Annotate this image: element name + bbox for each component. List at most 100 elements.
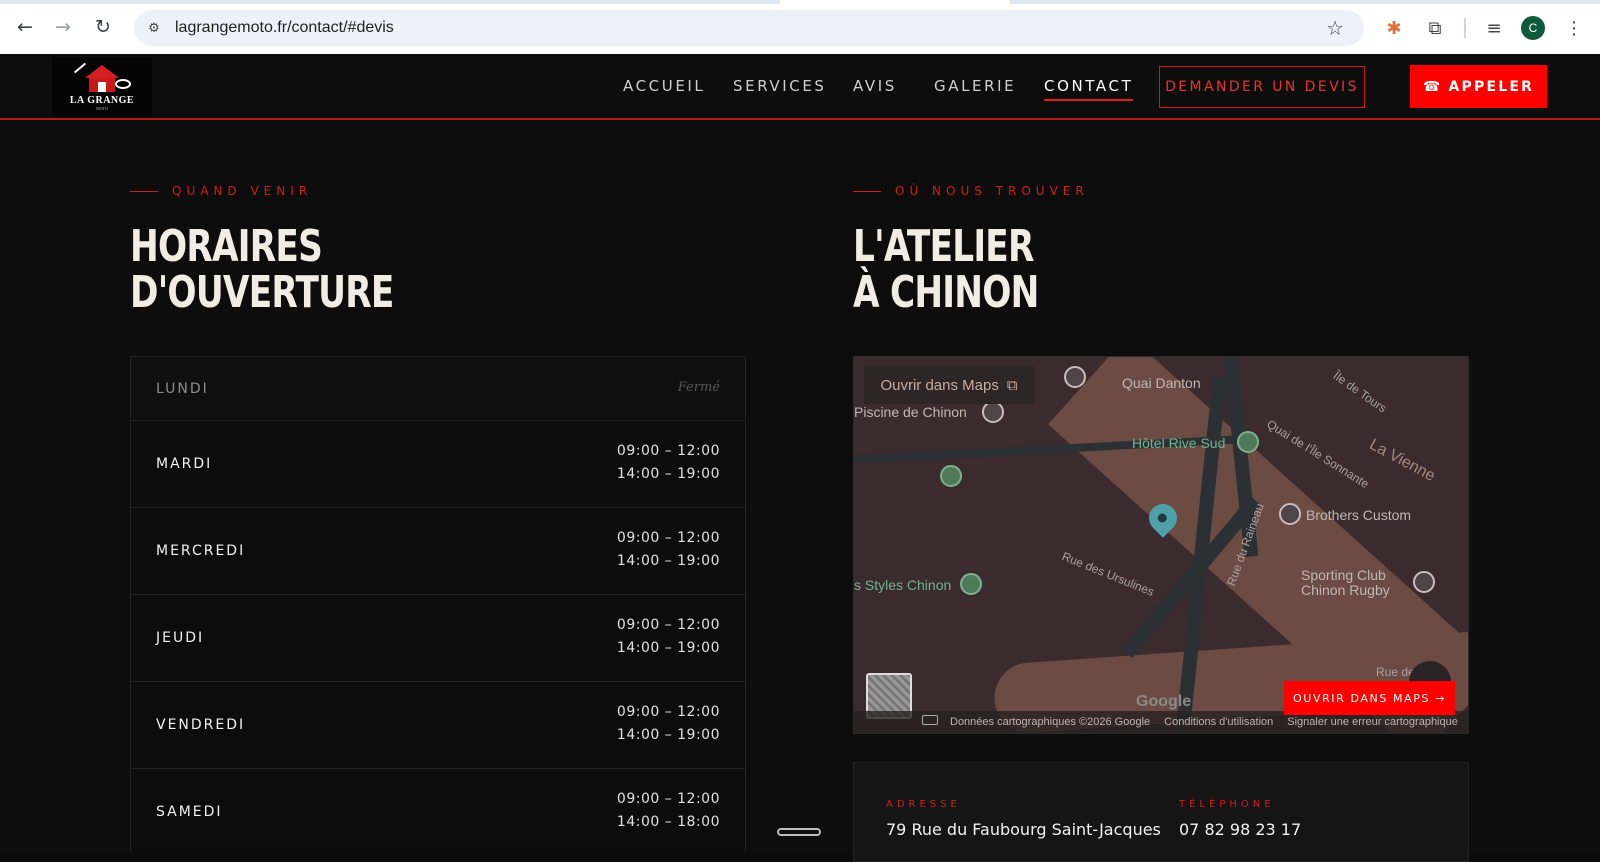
hours-closed-label: Fermé (677, 380, 720, 395)
hours-title-line2: D'OUVERTURE (130, 267, 394, 318)
map-label: Île de Tours (1330, 368, 1390, 416)
hours-am: 09:00 – 12:00 (616, 443, 720, 459)
scroll-handle[interactable] (777, 828, 821, 836)
hours-day: MERCREDI (156, 543, 246, 559)
hours-title: HORAIRES D'OUVERTURE (130, 224, 394, 316)
hours-pm: 14:00 – 19:00 (616, 727, 720, 743)
hours-title-line1: HORAIRES (130, 221, 323, 272)
hours-table: LUNDI Fermé MARDI 09:00 – 12:00 14:00 – … (130, 356, 746, 852)
hours-row: MARDI 09:00 – 12:00 14:00 – 19:00 (131, 421, 745, 508)
location-eyebrow: OÙ NOUS TROUVER (853, 184, 1089, 198)
active-tab-indicator (780, 0, 1010, 4)
location-title: L'ATELIER À CHINON (853, 224, 1039, 316)
hours-row: JEUDI 09:00 – 12:00 14:00 – 19:00 (131, 595, 745, 682)
hours-pm: 14:00 – 18:00 (616, 814, 720, 830)
map-poi-icon[interactable] (960, 573, 982, 595)
hours-day: VENDREDI (156, 717, 246, 733)
hours-times: 09:00 – 12:00 14:00 – 19:00 (617, 701, 720, 747)
hours-row: MERCREDI 09:00 – 12:00 14:00 – 19:00 (131, 508, 745, 595)
page: LA GRANGE MOTO ACCUEIL SERVICES AVIS GAL… (0, 54, 1600, 862)
open-maps-button[interactable]: OUVRIR DANS MAPS → (1284, 681, 1455, 715)
keyboard-shortcuts-icon[interactable] (922, 715, 938, 725)
media-control-icon[interactable]: ≡ (1480, 14, 1508, 42)
hours-day: JEUDI (156, 630, 205, 646)
site-info-icon[interactable]: ⚙ (144, 18, 164, 38)
map-poi-icon[interactable] (1413, 571, 1435, 593)
hours-am: 09:00 – 12:00 (616, 617, 720, 633)
map-poi-icon[interactable] (1279, 503, 1301, 525)
open-in-maps-text: Ouvrir dans Maps (880, 376, 999, 394)
site-logo[interactable]: LA GRANGE MOTO (52, 57, 152, 117)
map-label: Rue des Ursulines (1059, 549, 1157, 599)
hours-times: 09:00 – 12:00 14:00 – 19:00 (617, 527, 720, 573)
map-attribution: Données cartographiques ©2026 Google (950, 716, 1151, 728)
logo-subtext: MOTO (96, 106, 108, 111)
external-link-icon: ⧉ (1006, 376, 1018, 394)
logo-text: LA GRANGE (69, 95, 135, 106)
call-button[interactable]: ☎ APPELER (1410, 65, 1547, 108)
hotel-poi-icon[interactable] (1237, 431, 1259, 453)
browser-menu-icon[interactable]: ⋮ (1560, 14, 1588, 42)
toolbar-separator (1464, 18, 1466, 38)
hours-row: SAMEDI 09:00 – 12:00 14:00 – 18:00 (131, 769, 745, 856)
music-poi-icon[interactable] (940, 465, 962, 487)
hours-day: MARDI (156, 456, 213, 472)
address-value: 79 Rue du Faubourg Saint-Jacques (886, 820, 1161, 839)
nav-accueil[interactable]: ACCUEIL (623, 77, 705, 95)
map-label: Hôtel Rive Sud (1132, 435, 1226, 451)
google-logo: Google (1136, 693, 1192, 710)
map-label: Chinon Rugby (1301, 582, 1390, 598)
profile-avatar[interactable]: C (1521, 16, 1545, 40)
address-bar[interactable]: ⚙ lagrangemoto.fr/contact/#devis ☆ (134, 10, 1364, 46)
phone-label: TÉLÉPHONE (1179, 799, 1275, 810)
nav-galerie[interactable]: GALERIE (934, 77, 1016, 95)
location-title-line1: L'ATELIER (853, 221, 1034, 272)
hours-eyebrow: QUAND VENIR (130, 184, 312, 198)
nav-contact[interactable]: CONTACT (1044, 77, 1134, 101)
map-label: Brothers Custom (1306, 507, 1412, 523)
hours-pm: 14:00 – 19:00 (616, 640, 720, 656)
location-eyebrow-text: OÙ NOUS TROUVER (895, 184, 1089, 198)
forward-icon[interactable]: → (50, 14, 76, 40)
map-label: Sporting Club (1301, 567, 1386, 583)
map-poi-icon[interactable] (1064, 366, 1086, 388)
location-title-line2: À CHINON (853, 267, 1039, 318)
map-terms-link[interactable]: Conditions d'utilisation (1164, 716, 1273, 728)
extension-icon[interactable]: ✱ (1380, 14, 1408, 42)
browser-chrome: ← → ↻ ⚙ lagrangemoto.fr/contact/#devis ☆… (0, 0, 1600, 54)
hours-am: 09:00 – 12:00 (616, 704, 720, 720)
barn-logo-icon (71, 62, 133, 93)
map-report-link[interactable]: Signaler une erreur cartographique (1287, 716, 1458, 728)
hours-eyebrow-text: QUAND VENIR (172, 184, 313, 198)
eyebrow-line (130, 190, 158, 192)
hours-day: SAMEDI (156, 804, 223, 820)
hours-row: VENDREDI 09:00 – 12:00 14:00 – 19:00 (131, 682, 745, 769)
address-label: ADRESSE (886, 799, 961, 810)
url-text[interactable]: lagrangemoto.fr/contact/#devis (175, 19, 394, 37)
phone-icon: ☎ (1422, 78, 1443, 95)
nav-avis[interactable]: AVIS (853, 77, 897, 95)
back-icon[interactable]: ← (12, 14, 38, 40)
site-header: LA GRANGE MOTO ACCUEIL SERVICES AVIS GAL… (0, 54, 1600, 120)
request-quote-button[interactable]: DEMANDER UN DEVIS (1159, 66, 1365, 108)
hours-day: LUNDI (156, 381, 209, 397)
call-label: APPELER (1448, 78, 1535, 95)
reload-icon[interactable]: ↻ (90, 14, 116, 40)
tab-strip (0, 0, 1600, 4)
nav-services[interactable]: SERVICES (733, 77, 827, 95)
map-label: La Vienne (1366, 436, 1438, 485)
eyebrow-line (853, 190, 881, 192)
bookmark-star-icon[interactable]: ☆ (1326, 16, 1344, 40)
hours-row: LUNDI Fermé (131, 357, 745, 421)
phone-value[interactable]: 07 82 98 23 17 (1179, 820, 1301, 839)
map-label: s Styles Chinon (854, 577, 952, 593)
map-poi-icon[interactable] (982, 401, 1004, 423)
open-in-maps-link[interactable]: Ouvrir dans Maps ⧉ (864, 366, 1034, 404)
hours-times: 09:00 – 12:00 14:00 – 19:00 (617, 440, 720, 486)
hours-times: 09:00 – 12:00 14:00 – 19:00 (617, 614, 720, 660)
hours-am: 09:00 – 12:00 (616, 530, 720, 546)
map-label: Quai Danton (1122, 375, 1201, 391)
map-label: Piscine de Chinon (854, 404, 967, 420)
google-map[interactable]: Quai Danton Île de Tours Piscine de Chin… (853, 356, 1469, 734)
extensions-puzzle-icon[interactable]: ⧉ (1421, 14, 1449, 42)
